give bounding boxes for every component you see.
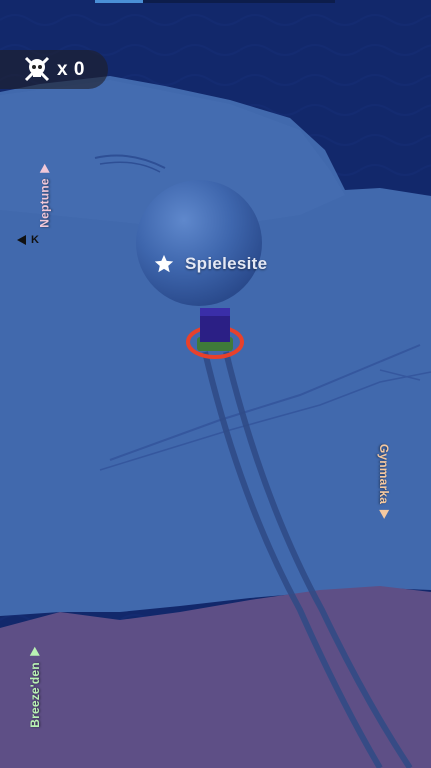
- top-progress-bar: [95, 0, 335, 3]
- offscreen-indicator: K: [16, 234, 39, 246]
- kill-count: x 0: [57, 59, 85, 80]
- arrow-right-icon: [39, 163, 50, 173]
- arrow-right-icon: [379, 510, 390, 520]
- kill-counter: x 0: [0, 50, 108, 89]
- progress-fill: [95, 0, 143, 3]
- arrow-left-icon: [17, 235, 26, 245]
- opponent-name: Neptune: [37, 178, 52, 228]
- opponent-name: Gynmarka: [377, 443, 392, 505]
- indicator-label: K: [31, 234, 39, 246]
- star-icon: [154, 254, 174, 273]
- player-label: Spielesite: [153, 252, 267, 276]
- snowball: [136, 180, 262, 306]
- skull-crossbones-icon: [24, 56, 50, 82]
- game-scene: [0, 0, 431, 768]
- opponent-indicator-gynmarka: Gynmarka: [377, 444, 391, 520]
- arrow-right-icon: [29, 647, 40, 657]
- opponent-name: Breeze'den: [27, 662, 42, 728]
- opponent-indicator-breezeden: Breeze'den: [28, 646, 42, 728]
- player-character: [200, 308, 230, 342]
- player-name: Spielesite: [185, 254, 268, 273]
- opponent-indicator-neptune: Neptune: [37, 162, 52, 228]
